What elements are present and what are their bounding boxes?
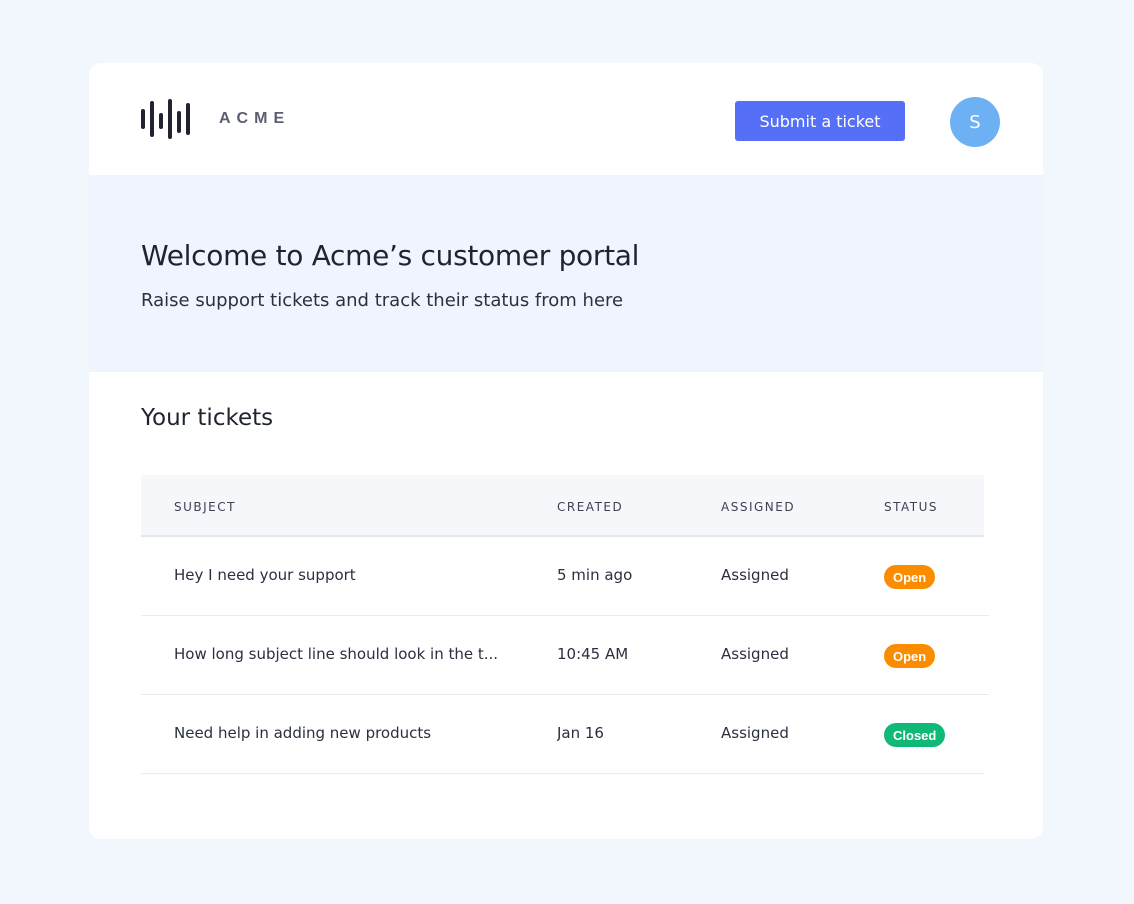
ticket-created: Jan 16 [557, 724, 604, 742]
ticket-subject[interactable]: How long subject line should look in the… [174, 645, 530, 663]
table-row[interactable]: Need help in adding new products Jan 16 … [141, 695, 984, 774]
top-bar: ACME Submit a ticket S [89, 63, 1043, 175]
soundwave-logo-icon [141, 99, 190, 139]
column-header-subject[interactable]: SUBJECT [174, 500, 236, 514]
ticket-assigned: Assigned [721, 724, 789, 742]
column-header-status[interactable]: STATUS [884, 500, 938, 514]
page-title: Welcome to Acme’s customer portal [141, 239, 640, 272]
column-header-assigned[interactable]: ASSIGNED [721, 500, 795, 514]
status-badge: Open [884, 565, 936, 589]
ticket-assigned: Assigned [721, 566, 789, 584]
tickets-section-title: Your tickets [141, 405, 274, 431]
ticket-subject[interactable]: Need help in adding new products [174, 724, 530, 742]
status-badge: Closed [884, 723, 946, 747]
tickets-table: SUBJECT CREATED ASSIGNED STATUS Hey I ne… [141, 475, 989, 774]
acme-logo[interactable]: ACME [141, 99, 290, 139]
submit-ticket-button[interactable]: Submit a ticket [735, 101, 905, 141]
table-header: SUBJECT CREATED ASSIGNED STATUS [141, 475, 984, 537]
table-row[interactable]: How long subject line should look in the… [141, 616, 989, 695]
logo-text: ACME [219, 110, 291, 127]
ticket-created: 10:45 AM [557, 645, 629, 663]
welcome-banner: Welcome to Acme’s customer portal Raise … [89, 175, 1043, 372]
ticket-assigned: Assigned [721, 645, 789, 663]
user-avatar[interactable]: S [950, 97, 1000, 147]
page-subtitle: Raise support tickets and track their st… [141, 290, 624, 311]
ticket-subject[interactable]: Hey I need your support [174, 566, 530, 584]
portal-card: ACME Submit a ticket S Welcome to Acme’s… [89, 63, 1043, 839]
ticket-created: 5 min ago [557, 566, 633, 584]
table-row[interactable]: Hey I need your support 5 min ago Assign… [141, 537, 989, 616]
column-header-created[interactable]: CREATED [557, 500, 623, 514]
status-badge: Open [884, 644, 936, 668]
